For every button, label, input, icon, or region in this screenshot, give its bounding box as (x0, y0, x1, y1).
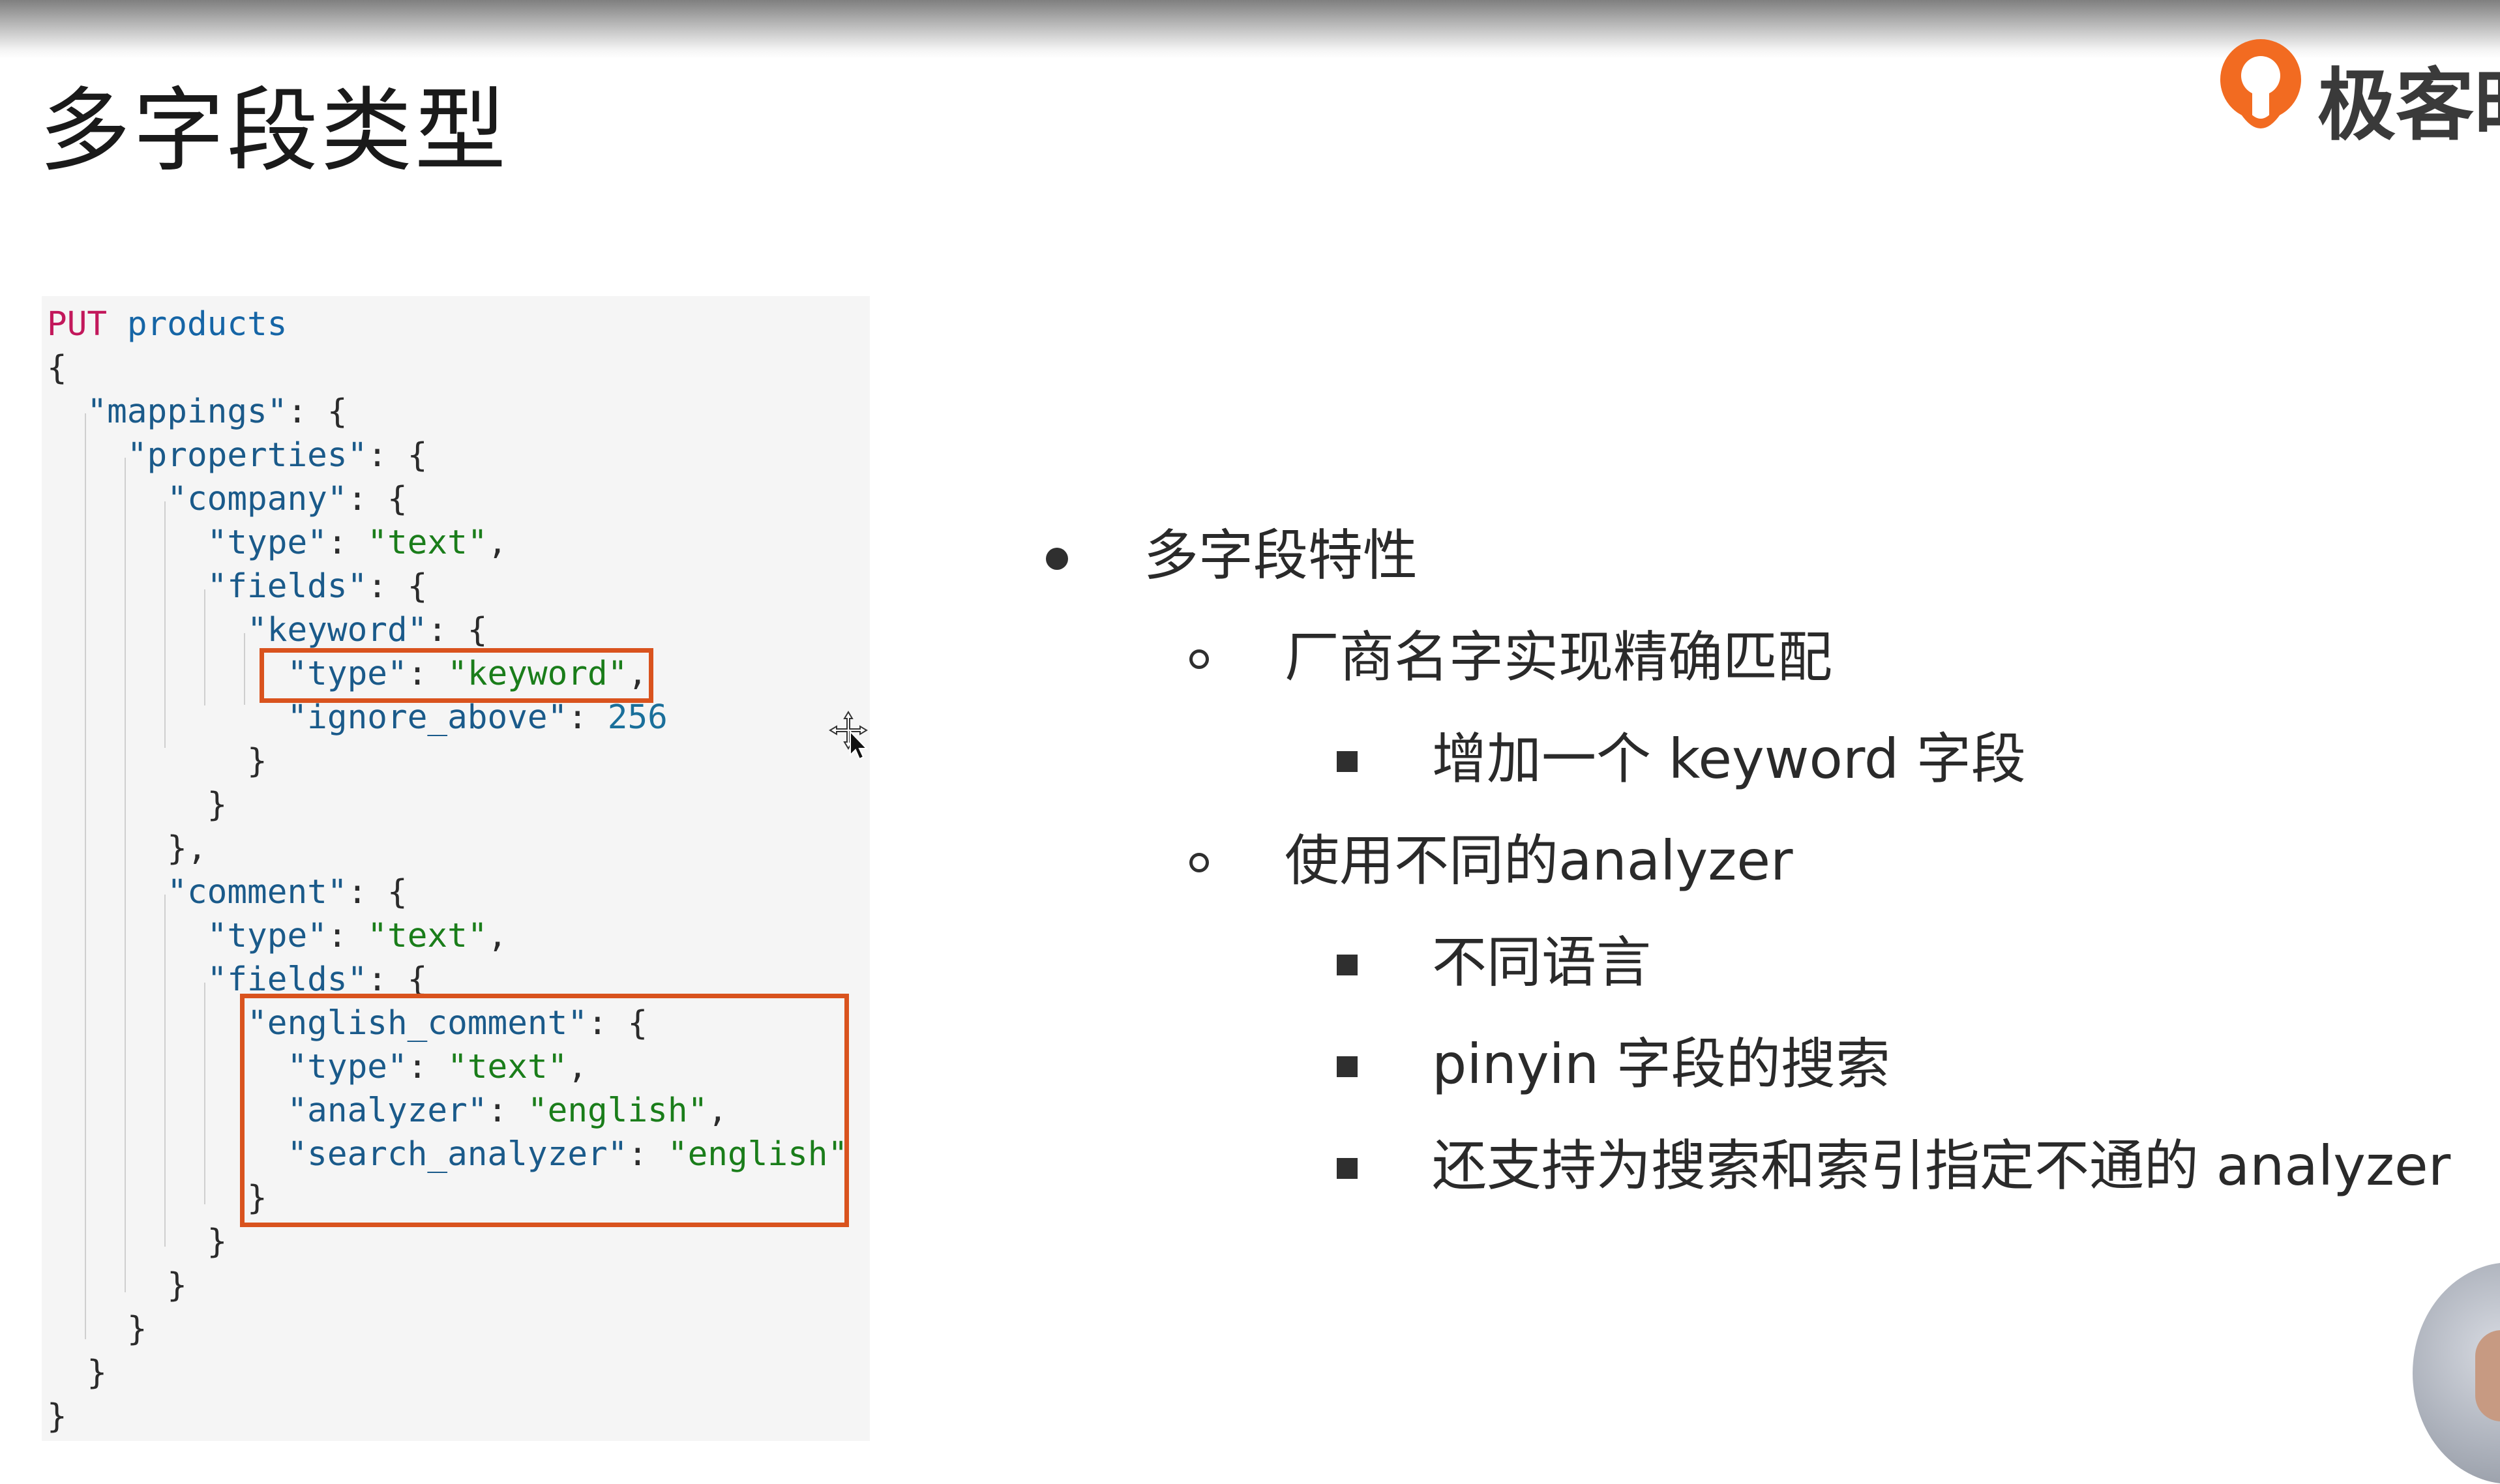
code-line: } (47, 783, 848, 827)
code-line: }, (47, 827, 848, 870)
presenter-face (2475, 1330, 2500, 1421)
code-token: "properties" (126, 436, 368, 475)
code-token: "type" (207, 917, 327, 955)
bullet-text: 多字段特性 (1144, 524, 1418, 587)
code-line: "type": "text", (47, 914, 848, 958)
code-token: "text" (367, 917, 488, 955)
code-token: "type" (207, 524, 327, 562)
code-token: : { (287, 393, 348, 431)
code-line: } (47, 1264, 848, 1307)
move-cursor-icon (829, 711, 869, 760)
code-token: "keyword" (247, 611, 428, 649)
code-line: "type": "text", (47, 521, 848, 565)
code-token: : { (427, 611, 488, 649)
code-line: "mappings": { (47, 390, 848, 434)
code-line: { (47, 346, 848, 390)
code-token: "comment" (167, 873, 348, 912)
code-token: PUT (47, 305, 108, 344)
code-token: products (126, 305, 288, 344)
geektime-logo: 极客时间 (2214, 33, 2500, 143)
code-block: PUT products{ "mappings": { "properties"… (47, 303, 848, 1438)
code-token: } (47, 1223, 228, 1261)
code-token: } (47, 1397, 67, 1436)
square-bullet-marker (1337, 1158, 1358, 1179)
code-token: , (487, 524, 508, 562)
circle-bullet-marker (1189, 853, 1209, 872)
code-line: "fields": { (47, 565, 848, 608)
keyword-type-highlight-box (260, 648, 653, 703)
disc-bullet-marker (1046, 548, 1068, 570)
code-token: } (47, 1179, 267, 1217)
code-token: } (47, 1266, 187, 1305)
square-bullet-marker (1337, 955, 1358, 975)
code-line: "properties": { (47, 434, 848, 477)
logo-text: 极客时间 (2317, 61, 2500, 143)
bullet-text: 厂商名字实现精确匹配 (1285, 625, 1833, 689)
code-line: "comment": { (47, 870, 848, 914)
english-comment-highlight-box (240, 994, 849, 1227)
code-line: } (47, 739, 848, 783)
code-line: PUT products (47, 303, 848, 346)
square-bullet-marker (1337, 1056, 1358, 1077)
code-token: } (47, 742, 267, 780)
code-token: } (47, 786, 228, 824)
code-line: } (47, 1395, 848, 1438)
code-token: , (487, 917, 508, 955)
bullet-text: pinyin 字段的搜索 (1432, 1032, 1890, 1096)
code-token: : { (347, 873, 408, 912)
bullet-text: 增加一个 keyword 字段 (1432, 727, 2026, 791)
video-top-shade (0, 0, 2500, 59)
code-token: "ignore_above" (287, 698, 568, 737)
square-bullet-marker (1337, 751, 1358, 772)
slide-title: 多字段类型 (39, 78, 509, 185)
code-token: : { (367, 436, 428, 475)
code-line: } (47, 1351, 848, 1395)
code-token: "fields" (207, 567, 368, 606)
bullet-text: 使用不同的analyzer (1285, 829, 1793, 893)
code-panel: PUT products{ "mappings": { "properties"… (42, 296, 870, 1441)
code-token: { (47, 349, 67, 387)
code-token: }, (47, 829, 207, 868)
code-line: "company": { (47, 477, 848, 521)
bullet-text: 还支持为搜索和索引指定不通的 analyzer (1432, 1134, 2451, 1198)
code-token: : (327, 917, 368, 955)
code-token: : { (367, 567, 428, 606)
code-token: "mappings" (87, 393, 288, 431)
code-token: 256 (607, 698, 668, 737)
code-token: } (47, 1354, 108, 1392)
code-token: : (567, 698, 608, 737)
code-line: } (47, 1307, 848, 1351)
code-line: "keyword": { (47, 608, 848, 652)
code-token: } (47, 1310, 147, 1348)
geektime-logo-icon (2220, 39, 2301, 128)
circle-bullet-marker (1189, 649, 1209, 669)
code-token: "company" (167, 480, 348, 518)
code-token: : (327, 524, 368, 562)
bullet-text: 不同语言 (1432, 930, 1652, 994)
code-token: "text" (367, 524, 488, 562)
code-token: : { (347, 480, 408, 518)
